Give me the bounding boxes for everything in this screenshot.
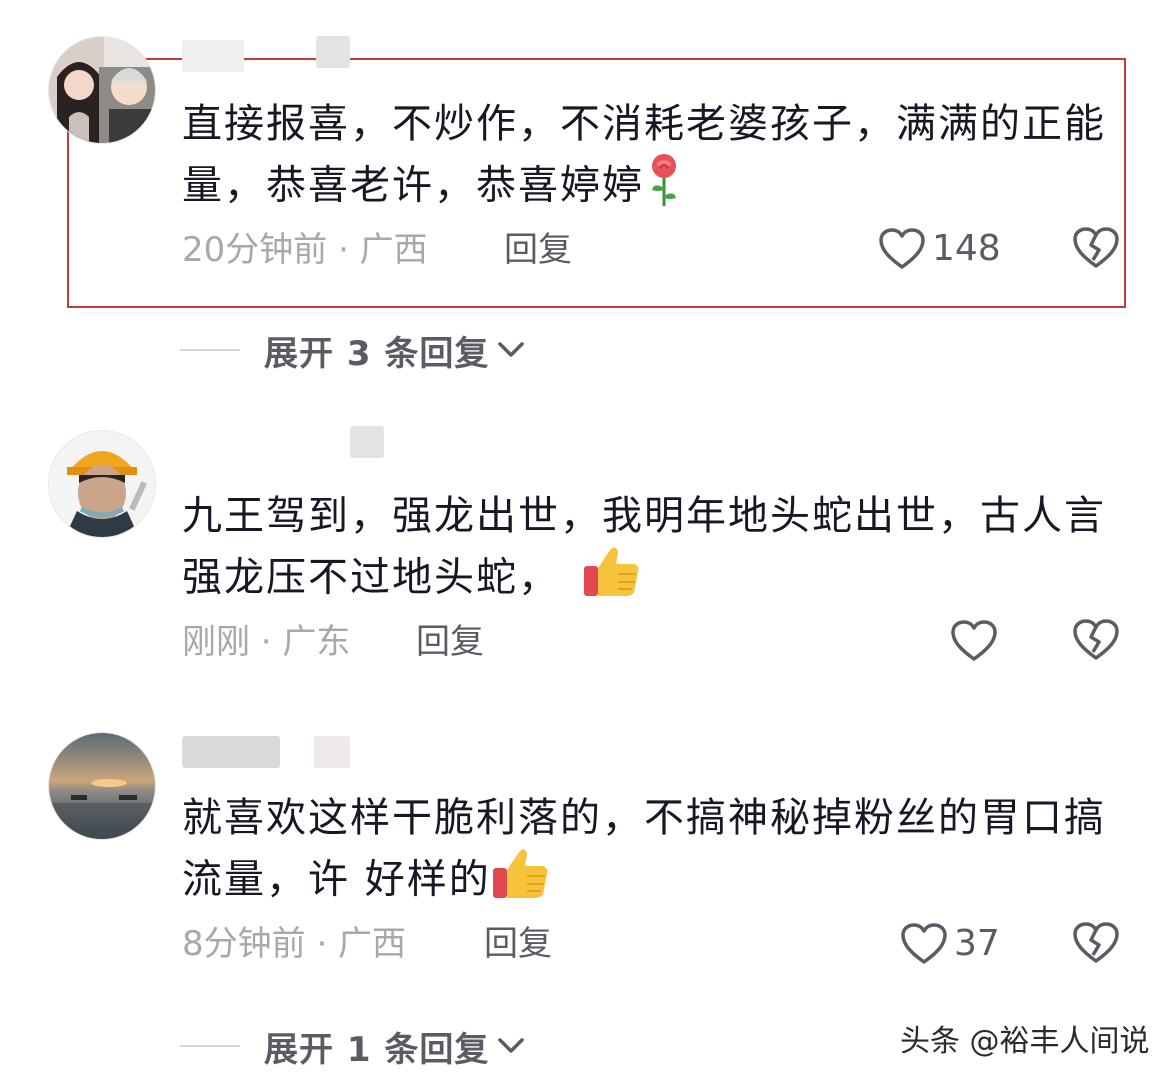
- broken-heart-icon: [1072, 921, 1120, 965]
- comment-text: 就喜欢这样干脆利落的，不搞神秘掉粉丝的胃口搞流量，许 好样的: [182, 790, 1112, 917]
- reply-button[interactable]: 回复: [484, 922, 552, 966]
- comment-time-location: 20分钟前 · 广西: [182, 230, 428, 270]
- reply-button[interactable]: 回复: [504, 228, 572, 272]
- heart-outline-icon: [950, 619, 998, 663]
- dislike-button[interactable]: [1072, 618, 1120, 666]
- reply-button[interactable]: 回复: [416, 620, 484, 664]
- expand-replies-label: 展开 1 条回复: [264, 1029, 490, 1070]
- broken-heart-icon: [1072, 618, 1120, 662]
- heart-outline-icon: [878, 227, 926, 271]
- like-button[interactable]: 148: [878, 225, 1001, 273]
- dislike-button[interactable]: [1072, 226, 1120, 274]
- username-blurred[interactable]: [314, 736, 350, 768]
- avatar[interactable]: [48, 732, 156, 840]
- divider: [180, 349, 240, 351]
- expand-replies-label: 展开 3 条回复: [264, 333, 490, 374]
- chevron-down-icon: [497, 340, 525, 360]
- username-blurred[interactable]: [350, 426, 384, 458]
- username-blurred[interactable]: [182, 736, 280, 768]
- comment-text: 九王驾到，强龙出世，我明年地头蛇出世，古人言强龙压不过地头蛇，: [182, 488, 1112, 615]
- like-count: 148: [932, 228, 1001, 269]
- like-count: 37: [954, 923, 1000, 964]
- avatar[interactable]: [48, 430, 156, 538]
- comment-time-location: 8分钟前 · 广西: [182, 924, 407, 964]
- expand-replies-button[interactable]: 展开 1 条回复: [180, 1024, 525, 1070]
- comment-text: 直接报喜，不炒作，不消耗老婆孩子，满满的正能量，恭喜老许，恭喜婷婷: [182, 96, 1112, 223]
- chevron-down-icon: [497, 1036, 525, 1056]
- rose-emoji: [644, 152, 684, 223]
- like-button[interactable]: [950, 617, 1004, 665]
- dislike-button[interactable]: [1072, 921, 1120, 969]
- thumbs-up-emoji: [582, 544, 642, 615]
- like-button[interactable]: 37: [900, 920, 1000, 968]
- watermark: 头条 @裕丰人间说: [900, 1024, 1150, 1059]
- broken-heart-icon: [1072, 226, 1120, 270]
- expand-replies-button[interactable]: 展开 3 条回复: [180, 328, 525, 374]
- username-blurred[interactable]: [316, 36, 350, 68]
- thumbs-up-emoji: [491, 846, 551, 917]
- avatar[interactable]: [48, 36, 156, 144]
- username-blurred[interactable]: [182, 40, 244, 72]
- comment-time-location: 刚刚 · 广东: [182, 622, 351, 662]
- heart-outline-icon: [900, 922, 948, 966]
- divider: [180, 1045, 240, 1047]
